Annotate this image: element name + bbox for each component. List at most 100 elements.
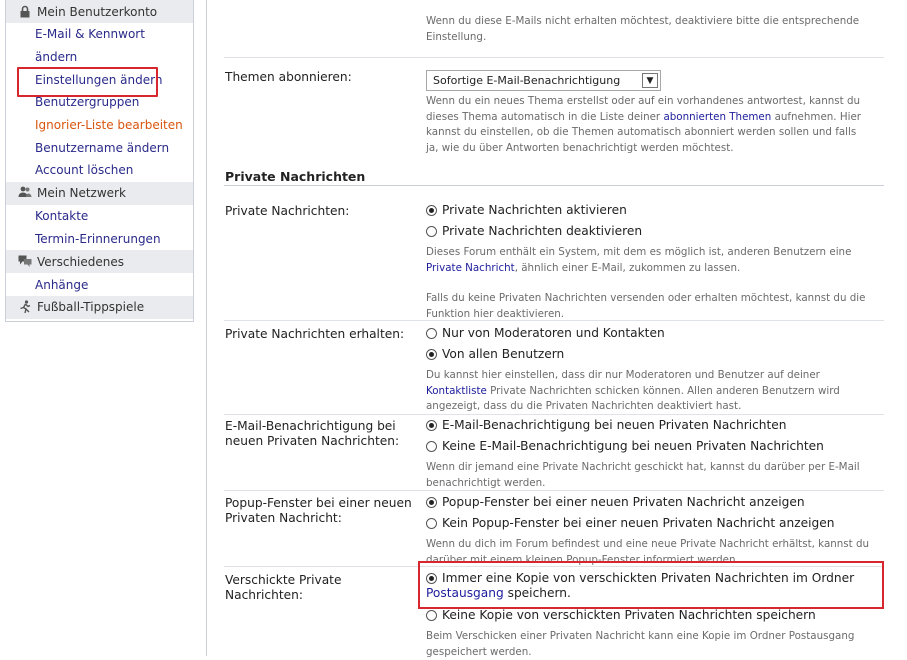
pm-copy-desc-line-2: gespeichert werden. [426, 645, 854, 660]
pm-email-option-off[interactable]: Keine E-Mail-Benachrichtigung bei neuen … [426, 436, 824, 456]
sidebar-item-email-password-2[interactable]: ändern [6, 46, 193, 69]
subscribed-threads-link[interactable]: abonnierten Themen [663, 111, 771, 123]
sidebar-item-email-password[interactable]: E-Mail & Kennwort [6, 23, 193, 46]
section-divider [224, 185, 884, 186]
sidebar-item-reminders[interactable]: Termin-Erinnerungen [6, 228, 193, 251]
pm-copy-desc-line-1: Beim Verschicken einer Privaten Nachrich… [426, 629, 854, 645]
section-my-network[interactable]: Mein Netzwerk [6, 182, 193, 205]
pm-email-label: E-Mail-Benachrichtigung bei neuen Privat… [225, 419, 399, 449]
user-control-sidebar: Mein Benutzerkonto E-Mail & Kennwort änd… [5, 0, 194, 322]
subscribe-desc-line-3: kannst du einstellen, ob die Themen auto… [426, 125, 861, 141]
pm-email-option-on[interactable]: E-Mail-Benachrichtigung bei neuen Privat… [426, 415, 787, 435]
lock-icon [18, 5, 32, 19]
pm-disable-option-label: Private Nachrichten deaktivieren [442, 224, 642, 238]
pm-enable-desc-line-3: Falls du keine Privaten Nachrichten vers… [426, 291, 865, 307]
pm-email-desc-line-2: benachrichtigt werden. [426, 476, 860, 492]
sidebar-item-change-username[interactable]: Benutzername ändern [6, 136, 193, 159]
pm-receive-desc-line-2: Kontaktliste Private Nachrichten schicke… [426, 384, 840, 400]
pm-popup-label: Popup-Fenster bei einer neuen Privaten N… [225, 496, 412, 526]
pm-popup-option-on[interactable]: Popup-Fenster bei einer neuen Privaten N… [426, 492, 805, 512]
pm-copy-option-never[interactable]: Keine Kopie von verschickten Privaten Na… [426, 605, 816, 625]
sidebar-item-attachments[interactable]: Anhänge [6, 273, 193, 296]
pm-receive-desc-line-1: Du kannst hier einstellen, dass dir nur … [426, 368, 840, 384]
private-message-link[interactable]: Private Nachricht [426, 262, 515, 274]
pm-enable-desc-line-2: Private Nachricht, ähnlich einer E-Mail,… [426, 261, 865, 277]
pm-receive-option-all-label: Von allen Benutzern [442, 347, 564, 361]
subscribe-desc-text-2: aufnehmen. Hier [771, 111, 861, 123]
subscribe-desc-line-1: Wenn du ein neues Thema erstellst oder a… [426, 94, 861, 110]
pm-copy-label-line-1: Verschickte Private [225, 573, 341, 588]
pm-receive-option-moderators-label: Nur von Moderatoren und Kontakten [442, 326, 665, 340]
section-my-account-title: Mein Benutzerkonto [37, 5, 157, 19]
pm-popup-label-line-1: Popup-Fenster bei einer neuen [225, 496, 412, 511]
section-title-private-messages: Private Nachrichten [225, 169, 365, 184]
subscribe-threads-selected: Sofortige E-Mail-Benachrichtigung [433, 74, 620, 87]
radio-selected[interactable] [426, 349, 437, 360]
chevron-down-icon[interactable]: ▼ [642, 73, 658, 88]
pm-email-label-line-2: neuen Privaten Nachrichten: [225, 434, 399, 449]
pm-popup-desc-line-1: Wenn du dich im Forum befindest und eine… [426, 537, 869, 553]
pm-receive-desc: Du kannst hier einstellen, dass dir nur … [426, 368, 840, 415]
users-icon [18, 186, 32, 200]
pm-enable-desc-line-1: Dieses Forum enthält ein System, mit dem… [426, 245, 865, 261]
pm-email-option-on-label: E-Mail-Benachrichtigung bei neuen Privat… [442, 418, 787, 432]
chat-icon [18, 255, 32, 269]
pm-popup-option-off-label: Kein Popup-Fenster bei einer neuen Priva… [442, 516, 834, 530]
pm-receive-option-all[interactable]: Von allen Benutzern [426, 344, 564, 364]
contact-list-link[interactable]: Kontaktliste [426, 385, 487, 397]
radio-unselected[interactable] [426, 226, 437, 237]
section-my-account[interactable]: Mein Benutzerkonto [6, 0, 193, 23]
pm-copy-label-line-2: Nachrichten: [225, 588, 341, 603]
section-football-tips[interactable]: Fußball-Tippspiele [6, 296, 193, 319]
pm-copy-label: Verschickte Private Nachrichten: [225, 573, 341, 603]
sidebar-item-delete-account[interactable]: Account löschen [6, 159, 193, 182]
highlight-box-settings [17, 67, 158, 97]
sidebar-item-contacts[interactable]: Kontakte [6, 205, 193, 228]
divider [224, 320, 884, 321]
subscribe-desc-text: dieses Thema automatisch in die Liste de… [426, 111, 663, 123]
radio-selected[interactable] [426, 420, 437, 431]
subscribe-threads-desc: Wenn du ein neues Thema erstellst oder a… [426, 94, 861, 156]
pm-popup-option-on-label: Popup-Fenster bei einer neuen Privaten N… [442, 495, 805, 509]
pm-enable-desc: Dieses Forum enthält ein System, mit dem… [426, 245, 865, 322]
runner-icon [18, 300, 32, 314]
radio-selected[interactable] [426, 205, 437, 216]
email-note-line-2: Einstellung. [426, 30, 859, 46]
pm-receive-desc-text: Private Nachrichten schicken können. All… [487, 385, 840, 397]
pm-email-desc: Wenn dir jemand eine Private Nachricht g… [426, 460, 860, 491]
radio-unselected[interactable] [426, 610, 437, 621]
pm-disable-option[interactable]: Private Nachrichten deaktivieren [426, 221, 642, 241]
pm-enable-label: Private Nachrichten: [225, 204, 349, 219]
pm-enable-option[interactable]: Private Nachrichten aktivieren [426, 200, 627, 220]
subscribe-threads-label: Themen abonnieren: [225, 70, 352, 85]
radio-unselected[interactable] [426, 518, 437, 529]
pm-receive-desc-line-3: angezeigt, dass du die Privaten Nachrich… [426, 399, 840, 415]
subscribe-desc-line-2: dieses Thema automatisch in die Liste de… [426, 110, 861, 126]
pm-email-option-off-label: Keine E-Mail-Benachrichtigung bei neuen … [442, 439, 824, 453]
email-note-line-1: Wenn du diese E-Mails nicht erhalten möc… [426, 14, 859, 30]
pm-popup-label-line-2: Privaten Nachricht: [225, 511, 412, 526]
subscribe-desc-line-4: ja, wie du über Antworten benachrichtigt… [426, 141, 861, 157]
pm-enable-desc-text: , ähnlich einer E-Mail, zukommen zu lass… [515, 262, 741, 274]
highlight-box-copy [418, 561, 884, 609]
sidebar-item-ignore-list[interactable]: Ignorier-Liste bearbeiten [6, 114, 193, 137]
pm-copy-desc: Beim Verschicken einer Privaten Nachrich… [426, 629, 854, 660]
pm-copy-option-never-label: Keine Kopie von verschickten Privaten Na… [442, 608, 816, 622]
pm-popup-option-off[interactable]: Kein Popup-Fenster bei einer neuen Priva… [426, 513, 834, 533]
spacer [426, 276, 865, 291]
section-misc[interactable]: Verschiedenes [6, 250, 193, 273]
radio-unselected[interactable] [426, 441, 437, 452]
pm-enable-option-label: Private Nachrichten aktivieren [442, 203, 627, 217]
pm-email-label-line-1: E-Mail-Benachrichtigung bei [225, 419, 399, 434]
section-football-tips-title: Fußball-Tippspiele [37, 300, 144, 314]
pm-receive-label: Private Nachrichten erhalten: [225, 327, 404, 342]
pm-receive-option-moderators[interactable]: Nur von Moderatoren und Kontakten [426, 323, 665, 343]
section-my-network-title: Mein Netzwerk [37, 186, 126, 200]
radio-unselected[interactable] [426, 328, 437, 339]
email-note: Wenn du diese E-Mails nicht erhalten möc… [426, 14, 859, 45]
pm-email-desc-line-1: Wenn dir jemand eine Private Nachricht g… [426, 460, 860, 476]
divider [224, 490, 884, 491]
divider [224, 57, 884, 58]
radio-selected[interactable] [426, 497, 437, 508]
subscribe-threads-select[interactable]: Sofortige E-Mail-Benachrichtigung ▼ [426, 70, 661, 91]
